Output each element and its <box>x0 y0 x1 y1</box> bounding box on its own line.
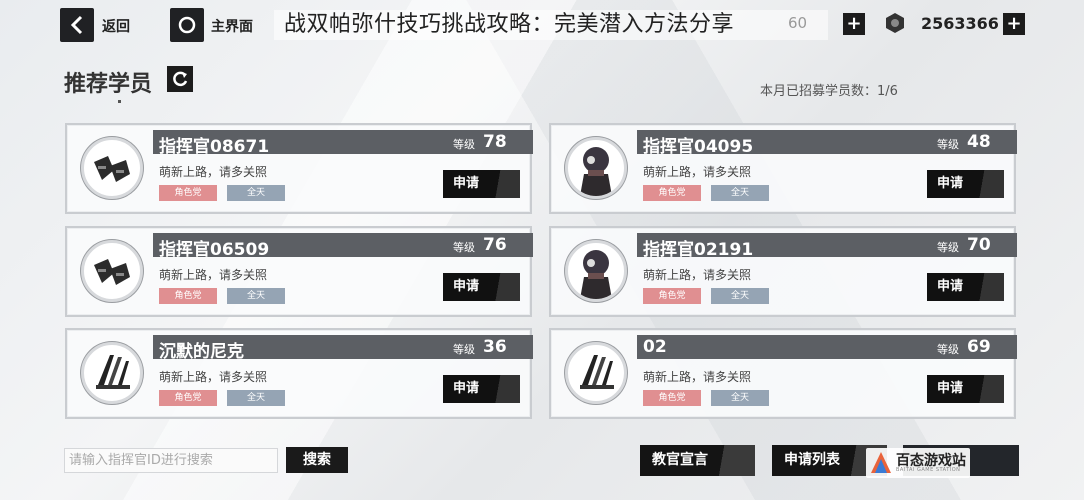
level-label: 等级 <box>937 138 959 151</box>
time-tag: 全天 <box>227 390 285 406</box>
motto-text: 萌新上路，请多关照 <box>159 165 268 179</box>
name-bar: 02 等级 69 <box>637 335 1017 359</box>
home-circle-icon <box>178 16 196 34</box>
motto-text: 萌新上路，请多关照 <box>643 268 752 282</box>
back-button[interactable] <box>60 8 94 42</box>
level-value: 48 <box>967 132 991 152</box>
apply-button[interactable]: 申请 <box>927 273 1004 301</box>
motto-text: 萌新上路，请多关照 <box>643 165 752 179</box>
chevron-left-icon <box>70 15 83 35</box>
name-bar: 指挥官02191 等级 70 <box>637 233 1017 260</box>
avatar[interactable] <box>81 342 143 404</box>
overlay-title: 战双帕弥什技巧挑战攻略：完美潜入方法分享 <box>284 12 735 37</box>
currency-value: 2563366 <box>921 14 999 33</box>
time-tag: 全天 <box>227 185 285 201</box>
avatar[interactable] <box>81 240 143 302</box>
top-bar: 返回 主界面 60 + 2563366 + 战双帕弥什技巧挑战攻略：完美潜入方法… <box>0 0 1084 48</box>
commander-name: 指挥官02191 <box>643 240 754 260</box>
level-value: 70 <box>967 235 991 255</box>
role-tag: 角色党 <box>643 390 701 406</box>
avatar[interactable] <box>565 342 627 404</box>
role-tag: 角色党 <box>159 185 217 201</box>
teacher-declaration-button[interactable]: 教官宣言 <box>640 445 755 476</box>
name-bar: 指挥官08671 等级 78 <box>153 130 533 157</box>
home-button[interactable] <box>170 8 204 42</box>
level-label: 等级 <box>453 138 475 151</box>
refresh-icon <box>173 71 188 87</box>
name-bar: 指挥官04095 等级 48 <box>637 130 1017 157</box>
hooded-character-icon <box>568 147 624 196</box>
home-label[interactable]: 主界面 <box>211 16 253 36</box>
recruit-card: 指挥官02191 等级 70 萌新上路，请多关照 角色党 全天 申请 <box>549 226 1017 317</box>
refresh-button[interactable] <box>167 66 193 92</box>
robot-hands-icon <box>84 259 140 299</box>
level-label: 等级 <box>937 241 959 254</box>
name-bar: 指挥官06509 等级 76 <box>153 233 533 260</box>
recruit-card: 指挥官08671 等级 78 萌新上路，请多关照 角色党 全天 申请 <box>65 123 533 214</box>
level-value: 69 <box>967 337 991 357</box>
resource-value: 60 <box>788 14 808 32</box>
emblem-icon <box>568 355 624 401</box>
motto-text: 萌新上路，请多关照 <box>159 370 268 384</box>
apply-button[interactable]: 申请 <box>927 375 1004 403</box>
level-value: 78 <box>483 132 507 152</box>
recruit-card: 指挥官04095 等级 48 萌新上路，请多关照 角色党 全天 申请 <box>549 123 1017 214</box>
robot-hands-icon <box>84 156 140 196</box>
time-tag: 全天 <box>711 185 769 201</box>
search-button[interactable]: 搜索 <box>286 447 348 473</box>
time-tag: 全天 <box>227 288 285 304</box>
apply-button[interactable]: 申请 <box>927 170 1004 198</box>
apply-button[interactable]: 申请 <box>443 170 520 198</box>
recruit-card: 02 等级 69 萌新上路，请多关照 角色党 全天 申请 <box>549 328 1017 419</box>
role-tag: 角色党 <box>159 288 217 304</box>
role-tag: 角色党 <box>643 288 701 304</box>
level-value: 76 <box>483 235 507 255</box>
commander-name: 指挥官06509 <box>159 240 270 260</box>
motto-text: 萌新上路，请多关照 <box>159 268 268 282</box>
apply-button[interactable]: 申请 <box>443 273 520 301</box>
avatar[interactable] <box>565 137 627 199</box>
time-tag: 全天 <box>711 390 769 406</box>
avatar[interactable] <box>565 240 627 302</box>
avatar[interactable] <box>81 137 143 199</box>
motto-text: 萌新上路，请多关照 <box>643 370 752 384</box>
commander-name: 沉默的尼克 <box>159 342 244 362</box>
role-tag: 角色党 <box>159 390 217 406</box>
commander-name: 指挥官08671 <box>159 137 270 157</box>
back-label[interactable]: 返回 <box>102 16 130 36</box>
search-input[interactable] <box>64 448 278 473</box>
logo-triangle-icon <box>871 452 891 473</box>
section-title: 推荐学员 <box>64 72 153 97</box>
coin-icon <box>886 13 904 33</box>
level-value: 36 <box>483 337 507 357</box>
logo-subtext: BAITAI GAME STATION <box>896 467 961 473</box>
recruit-count: 本月已招募学员数：1/6 <box>760 84 898 99</box>
add-resource-button[interactable]: + <box>843 13 865 35</box>
commander-name: 指挥官04095 <box>643 137 754 157</box>
commander-name: 02 <box>643 337 667 357</box>
recruit-card: 指挥官06509 等级 76 萌新上路，请多关照 角色党 全天 申请 <box>65 226 533 317</box>
hooded-character-icon <box>568 250 624 299</box>
role-tag: 角色党 <box>643 185 701 201</box>
level-label: 等级 <box>453 241 475 254</box>
recruit-card: 沉默的尼克 等级 36 萌新上路，请多关照 角色党 全天 申请 <box>65 328 533 419</box>
time-tag: 全天 <box>711 288 769 304</box>
add-currency-button[interactable]: + <box>1003 13 1025 35</box>
apply-button[interactable]: 申请 <box>443 375 520 403</box>
level-label: 等级 <box>453 343 475 356</box>
emblem-icon <box>84 355 140 401</box>
decor-dot <box>118 100 121 103</box>
name-bar: 沉默的尼克 等级 36 <box>153 335 533 362</box>
level-label: 等级 <box>937 343 959 356</box>
site-logo: 百态游戏站 BAITAI GAME STATION <box>866 448 970 478</box>
